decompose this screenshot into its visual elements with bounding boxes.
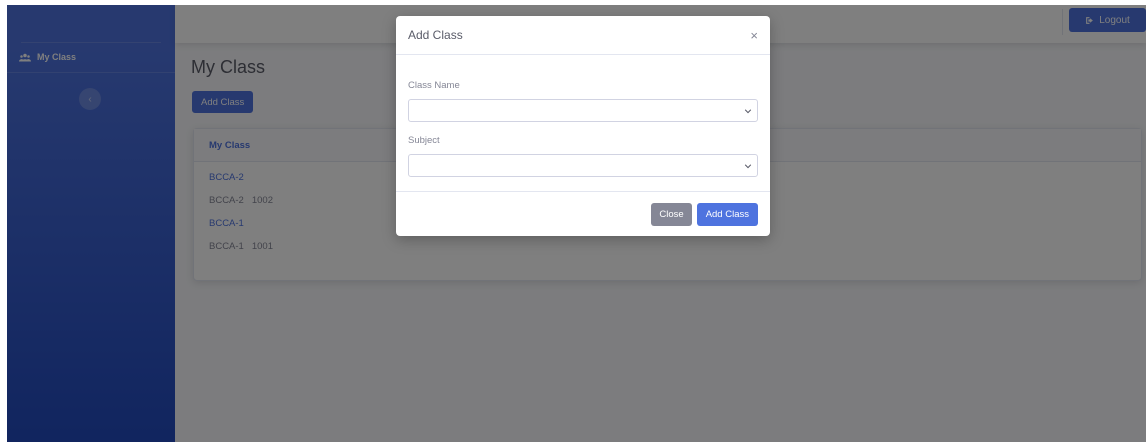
subject-label: Subject — [408, 135, 440, 146]
subject-select[interactable] — [408, 154, 758, 177]
close-button[interactable]: Close — [651, 202, 692, 226]
modal-footer: Close Add Class — [396, 191, 770, 236]
chevron-down-icon — [744, 109, 752, 114]
class-name-select[interactable] — [408, 99, 758, 122]
chevron-down-icon — [744, 164, 752, 169]
submit-add-class-button[interactable]: Add Class — [696, 202, 758, 226]
modal-header: Add Class × — [396, 16, 770, 55]
close-icon[interactable]: × — [750, 29, 758, 42]
modal-body: Class Name Subject — [396, 55, 770, 177]
class-name-label: Class Name — [408, 80, 460, 91]
modal-title: Add Class — [408, 28, 463, 42]
add-class-modal: Add Class × Class Name Subject Close Add… — [396, 16, 770, 236]
